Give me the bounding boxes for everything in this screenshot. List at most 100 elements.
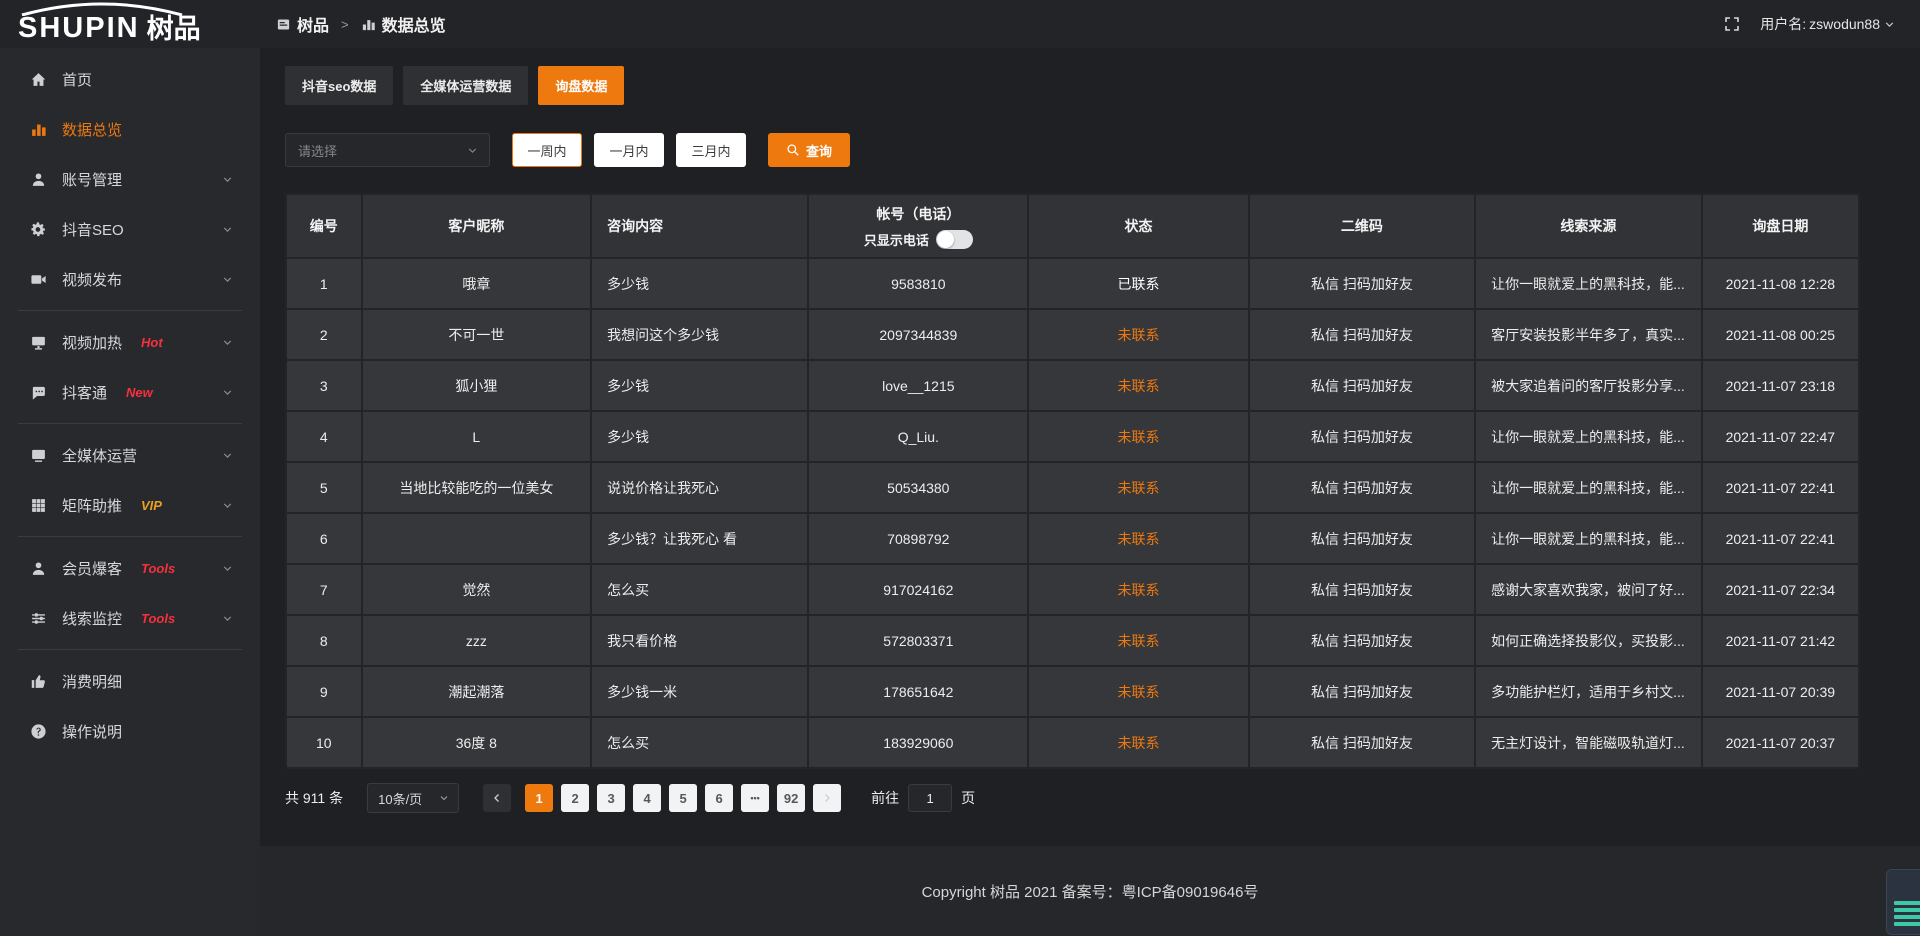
cell-qrcode[interactable]: 私信 扫码加好友 [1249,360,1476,411]
main-content: 抖音seo数据全媒体运营数据询盘数据 请选择 一周内一月内三月内 查询 编号客户… [260,48,1920,936]
chevron-down-icon [221,612,234,625]
bar-chart-icon [30,121,47,138]
cell-source[interactable]: 无主灯设计，智能磁吸轨道灯... [1475,717,1702,768]
cell-qrcode[interactable]: 私信 扫码加好友 [1249,258,1476,309]
cell-source[interactable]: 感谢大家喜欢我家，被问了好... [1475,564,1702,615]
chevron-down-icon [221,223,234,236]
cell-index: 2 [286,309,362,360]
table-row: 2不可一世我想问这个多少钱2097344839未联系私信 扫码加好友客厅安装投影… [286,309,1859,360]
sidebar-divider [18,536,242,537]
cell-source[interactable]: 让你一眼就爱上的黑科技，能... [1475,258,1702,309]
date-range-group: 一周内一月内三月内 [512,133,746,167]
sidebar-item-consumption-details[interactable]: 消费明细 [0,656,260,706]
app-logo[interactable]: SHUPIN 树品 [0,0,260,48]
prev-page-button[interactable] [483,784,511,812]
page-button-2[interactable]: 2 [561,784,589,812]
column-header-date: 询盘日期 [1702,194,1859,258]
phone-only-toggle[interactable] [936,230,973,249]
sidebar-item-badge: Hot [141,335,163,350]
cell-content: 我想问这个多少钱 [591,309,808,360]
page-button-5[interactable]: 5 [669,784,697,812]
sidebar-item-account-management[interactable]: 账号管理 [0,154,260,204]
sidebar-item-clue-monitoring[interactable]: 线索监控Tools [0,593,260,643]
cell-account: 178651642 [808,666,1028,717]
cell-index: 7 [286,564,362,615]
page-more-button[interactable]: ••• [741,784,769,812]
page-button-3[interactable]: 3 [597,784,625,812]
chevron-down-icon [1883,18,1896,31]
cell-nickname: 36度 8 [362,717,592,768]
page-jump-input[interactable] [908,784,952,812]
column-header-status: 状态 [1028,194,1248,258]
cell-qrcode[interactable]: 私信 扫码加好友 [1249,513,1476,564]
filter-select[interactable]: 请选择 [285,133,490,167]
widget-bar [1894,901,1920,905]
cell-source[interactable]: 让你一眼就爱上的黑科技，能... [1475,411,1702,462]
cell-content: 多少钱 [591,360,808,411]
cell-qrcode[interactable]: 私信 扫码加好友 [1249,411,1476,462]
floating-widget[interactable] [1886,869,1920,935]
user-menu[interactable]: 用户名: zswodun88 [1760,14,1896,34]
next-page-button[interactable] [813,784,841,812]
cell-qrcode[interactable]: 私信 扫码加好友 [1249,462,1476,513]
cell-account: 70898792 [808,513,1028,564]
page-size-select[interactable]: 10条/页 [367,783,459,813]
cell-date: 2021-11-08 00:25 [1702,309,1859,360]
tab-omnimedia-operation-data[interactable]: 全媒体运营数据 [403,66,528,105]
cell-qrcode[interactable]: 私信 扫码加好友 [1249,666,1476,717]
cell-source[interactable]: 如何正确选择投影仪，买投影... [1475,615,1702,666]
sidebar-item-badge: New [126,385,153,400]
page-button-1[interactable]: 1 [525,784,553,812]
footer: Copyright 树品 2021 备案号：粤ICP备09019646号 [260,846,1920,936]
cell-date: 2021-11-07 22:34 [1702,564,1859,615]
filter-bar: 请选择 一周内一月内三月内 查询 [285,133,1860,167]
sidebar-item-matrix-boost[interactable]: 矩阵助推VIP [0,480,260,530]
logo-arc [16,2,188,16]
sidebar-item-member-baoke[interactable]: 会员爆客Tools [0,543,260,593]
breadcrumb-current[interactable]: 数据总览 [361,12,446,36]
cell-index: 4 [286,411,362,462]
cell-source[interactable]: 被大家追着问的客厅投影分享... [1475,360,1702,411]
cell-qrcode[interactable]: 私信 扫码加好友 [1249,564,1476,615]
header-right: 用户名: zswodun88 [1724,14,1920,34]
page-jump: 前往 页 [871,784,975,812]
cell-qrcode[interactable]: 私信 扫码加好友 [1249,309,1476,360]
filter-select-placeholder: 请选择 [298,141,337,160]
breadcrumb: 树品 > 数据总览 [276,12,446,36]
sidebar-item-label: 矩阵助推 [62,495,122,516]
tab-inquiry-data[interactable]: 询盘数据 [538,66,624,105]
breadcrumb-root[interactable]: 树品 [276,12,329,36]
tab-douyin-seo-data[interactable]: 抖音seo数据 [285,66,393,105]
sidebar-item-video-publish[interactable]: 视频发布 [0,254,260,304]
cell-source[interactable]: 让你一眼就爱上的黑科技，能... [1475,513,1702,564]
page-button-4[interactable]: 4 [633,784,661,812]
sidebar-item-omnimedia-operation[interactable]: 全媒体运营 [0,430,260,480]
cell-account: 917024162 [808,564,1028,615]
page-button-6[interactable]: 6 [705,784,733,812]
cell-source[interactable]: 客厅安装投影半年多了，真实... [1475,309,1702,360]
sidebar-item-video-heating[interactable]: 视频加热 Hot [0,317,260,367]
fullscreen-icon[interactable] [1724,16,1740,32]
sidebar-item-data-overview[interactable]: 数据总览 [0,104,260,154]
cell-source[interactable]: 多功能护栏灯，适用于乡村文... [1475,666,1702,717]
query-button[interactable]: 查询 [768,133,850,167]
column-header-index: 编号 [286,194,362,258]
sidebar-item-douyin-seo[interactable]: 抖音SEO [0,204,260,254]
column-header-label: 帐号（电话） [819,204,1017,224]
date-range-one-week[interactable]: 一周内 [512,133,582,167]
sidebar-item-operation-guide[interactable]: 操作说明 [0,706,260,756]
cell-qrcode[interactable]: 私信 扫码加好友 [1249,615,1476,666]
table-row: 9潮起潮落多少钱一米178651642未联系私信 扫码加好友多功能护栏灯，适用于… [286,666,1859,717]
page-button-92[interactable]: 92 [777,784,805,812]
date-range-one-month[interactable]: 一月内 [594,133,664,167]
username-value: zswodun88 [1809,16,1880,32]
date-range-three-months[interactable]: 三月内 [676,133,746,167]
username-label: 用户名: [1760,14,1806,34]
chevron-down-icon [221,173,234,186]
sidebar-item-douketong[interactable]: 抖客通New [0,367,260,417]
sidebar-item-label: 视频加热 [62,332,122,353]
cell-nickname: 不可一世 [362,309,592,360]
cell-qrcode[interactable]: 私信 扫码加好友 [1249,717,1476,768]
cell-source[interactable]: 让你一眼就爱上的黑科技，能... [1475,462,1702,513]
sidebar-item-home[interactable]: 首页 [0,54,260,104]
